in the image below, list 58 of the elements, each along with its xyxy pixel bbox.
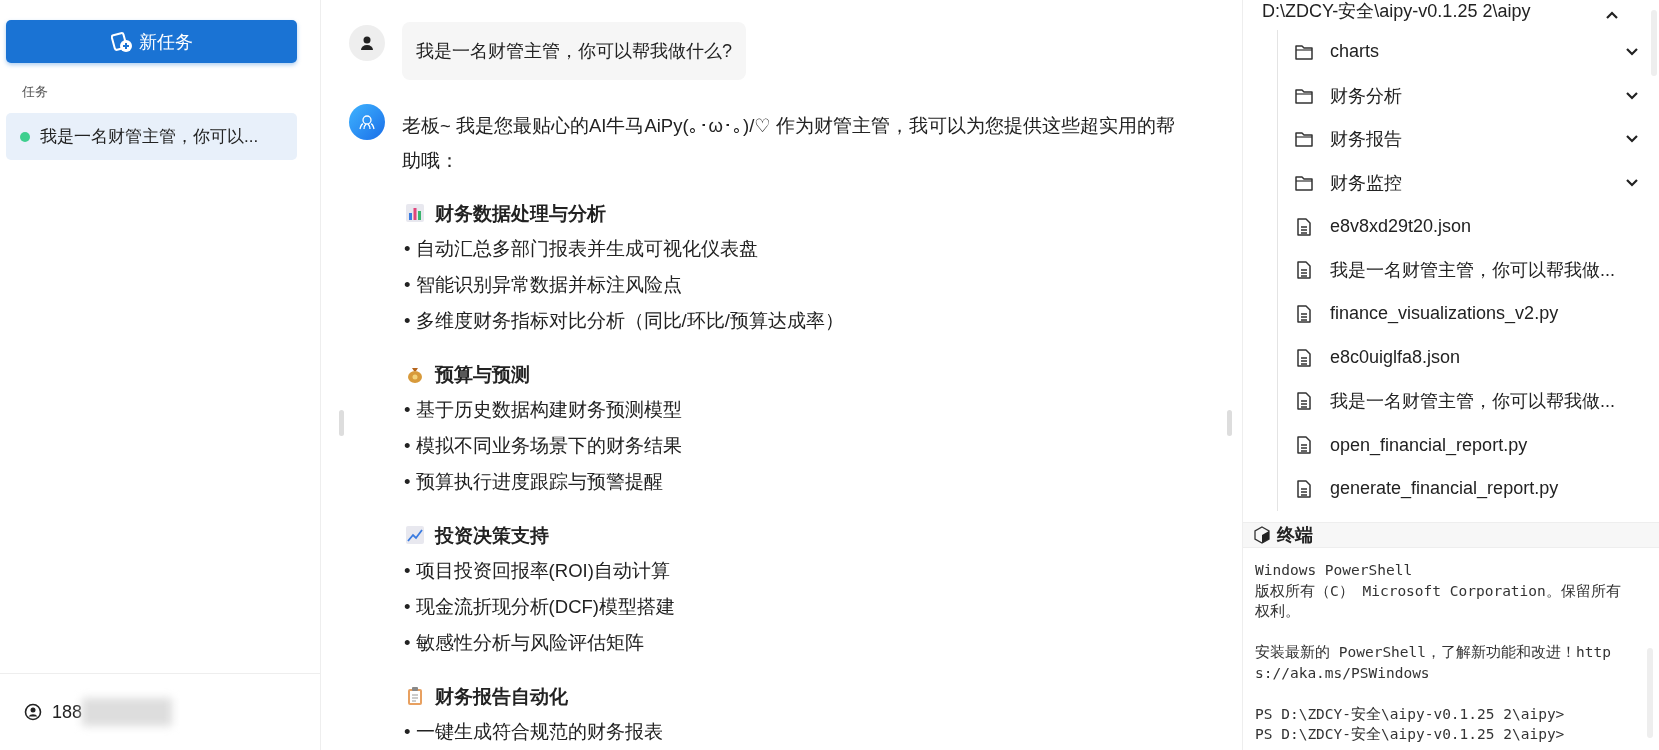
- terminal-line: Windows PowerShell: [1255, 561, 1414, 580]
- file-icon: [1294, 478, 1314, 499]
- bullet-item: • 基于历史数据构建财务预测模型: [403, 398, 683, 422]
- file-icon: [1294, 303, 1314, 324]
- file-item[interactable]: e8c0uiglfa8.json: [1294, 335, 1659, 380]
- folder-item[interactable]: charts: [1294, 30, 1659, 74]
- bullet-item: • 自动汇总多部门报表并生成可视化仪表盘: [403, 237, 759, 261]
- bullet-item: • 多维度财务指标对比分析（同比/环比/预算达成率）: [403, 309, 845, 333]
- section-heading: 预算与预测: [435, 362, 530, 387]
- file-item[interactable]: generate_financial_report.py: [1294, 466, 1659, 511]
- file-icon: [1294, 260, 1314, 281]
- resize-handle[interactable]: [339, 410, 344, 436]
- terminal-line: PS D:\ZDCY-安全\aipy-v0.1.25 2\aipy>: [1255, 704, 1566, 724]
- bar-chart-icon: [405, 203, 425, 223]
- section-heading: 投资决策支持: [435, 523, 549, 548]
- folder-item[interactable]: 财务分析: [1294, 73, 1659, 118]
- user-message: 我是一名财管主管，你可以帮我做什么?: [402, 22, 746, 80]
- file-icon: [1294, 216, 1314, 237]
- terminal-line: 安装最新的 PowerShell，了解新功能和改进！http: [1255, 643, 1612, 662]
- task-item[interactable]: 我是一名财管主管，你可以...: [6, 113, 297, 160]
- section-label: 任务: [22, 83, 48, 101]
- folder-icon: [1294, 129, 1314, 150]
- terminal-line: PS D:\ZDCY-安全\aipy-v0.1.25 2\aipy>: [1255, 725, 1566, 744]
- add-card-icon: [110, 30, 133, 53]
- terminal-line: 权利。: [1255, 602, 1301, 621]
- bullet-item: • 现金流折现分析(DCF)模型搭建: [403, 595, 676, 619]
- file-item[interactable]: open_financial_report.py: [1294, 423, 1659, 467]
- section-heading: 财务数据处理与分析: [435, 201, 606, 226]
- file-item[interactable]: finance_visualizations_v2.py: [1294, 292, 1659, 336]
- file-item[interactable]: 我是一名财管主管，你可以帮我做...: [1294, 248, 1659, 293]
- terminal-line: s://aka.ms/PSWindows: [1255, 663, 1431, 683]
- task-title: 我是一名财管主管，你可以...: [40, 126, 259, 148]
- bullet-item: • 预算执行进度跟踪与预警提醒: [403, 470, 664, 494]
- terminal-title: 终端: [1277, 524, 1313, 547]
- cube-icon: [1253, 526, 1271, 544]
- file-icon: [1294, 435, 1314, 456]
- file-icon: [1294, 347, 1314, 368]
- file-item[interactable]: e8v8xd29t20.json: [1294, 204, 1659, 249]
- person-icon: [359, 35, 375, 51]
- new-task-button[interactable]: 新任务: [6, 20, 297, 63]
- file-icon: [1294, 391, 1314, 412]
- account-number: 188: [52, 701, 83, 723]
- line-chart-icon: [405, 525, 425, 545]
- folder-path[interactable]: D:\ZDCY-安全\aipy-v0.1.25 2\aipy: [1243, 0, 1659, 20]
- resize-handle[interactable]: [1227, 410, 1232, 436]
- section-heading: 财务报告自动化: [435, 684, 568, 709]
- folder-item[interactable]: 财务监控: [1294, 161, 1659, 205]
- clipboard-icon: [405, 686, 425, 706]
- bullet-item: • 模拟不同业务场景下的财务结果: [403, 434, 683, 458]
- bullet-item: • 项目投资回报率(ROI)自动计算: [403, 559, 671, 583]
- file-item[interactable]: 我是一名财管主管，你可以帮我做...: [1294, 379, 1659, 424]
- folder-item[interactable]: 财务报告: [1294, 117, 1659, 162]
- terminal-line: 版权所有（C） Microsoft Corporation。保留所有: [1255, 581, 1622, 601]
- assistant-message: 老板~ 我是您最贴心的AI牛马AiPy(｡･ω･｡)/♡ 作为财管主管，我可以为您提供这些超实用的帮助哦：: [402, 114, 1177, 173]
- bullet-item: • 敏感性分析与风险评估矩阵: [403, 631, 645, 655]
- bullet-item: • 一键生成符合规范的财务报表: [403, 720, 664, 744]
- bullet-item: • 智能识别异常数据并标注风险点: [403, 273, 683, 297]
- user-icon: [24, 703, 42, 721]
